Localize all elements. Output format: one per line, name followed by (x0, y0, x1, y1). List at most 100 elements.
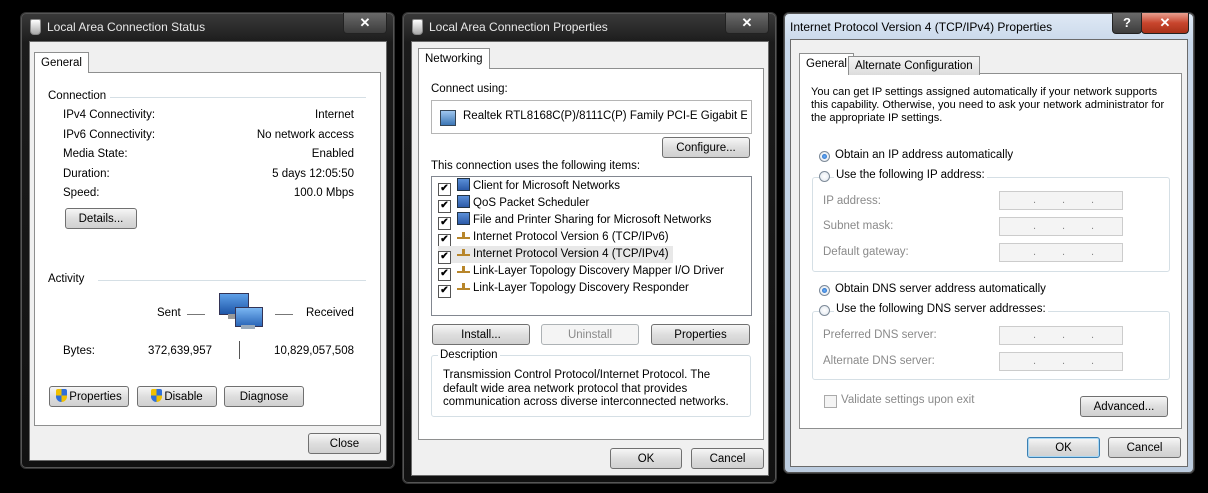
status-properties-label: Properties (69, 391, 122, 403)
network-adapter-icon (440, 110, 456, 126)
diagnose-button[interactable]: Diagnose (224, 386, 304, 407)
bytes-received-value: 10,829,057,508 (274, 345, 354, 357)
properties-client-area: Networking Connect using: Realtek RTL816… (411, 41, 769, 476)
items-label: This connection uses the following items… (431, 160, 641, 172)
preferred-dns-label: Preferred DNS server: (823, 329, 937, 341)
advanced-button[interactable]: Advanced... (1080, 396, 1168, 417)
duration-value: 5 days 12:05:50 (272, 168, 354, 180)
list-item[interactable]: ✔ QoS Packet Scheduler (438, 195, 590, 213)
close-window-button[interactable]: ✕ (343, 13, 387, 34)
item-label: Internet Protocol Version 4 (TCP/IPv4) (473, 248, 669, 260)
item-label: Link-Layer Topology Discovery Mapper I/O… (473, 265, 724, 277)
status-tab-panel: Connection IPv4 Connectivity: Internet I… (34, 72, 381, 426)
tab-general[interactable]: General (34, 52, 89, 73)
bytes-sent-value: 372,639,957 (148, 345, 212, 357)
uninstall-button: Uninstall (541, 324, 639, 345)
obtain-dns-auto-radio[interactable] (819, 285, 830, 296)
list-item[interactable]: ✔ File and Printer Sharing for Microsoft … (438, 212, 712, 230)
list-item[interactable]: ✔ Client for Microsoft Networks (438, 178, 620, 196)
network-icon (30, 19, 41, 35)
ip-address-field: ... (999, 191, 1123, 210)
tab-networking[interactable]: Networking (418, 48, 490, 69)
ok-button[interactable]: OK (610, 448, 682, 469)
network-computers-icon (219, 293, 263, 331)
ipv6-connectivity-value: No network access (256, 129, 354, 141)
uac-shield-icon (151, 389, 163, 402)
connection-heading: Connection (48, 90, 107, 102)
properties-button[interactable]: Properties (651, 324, 750, 345)
list-item[interactable]: ✔ Internet Protocol Version 6 (TCP/IPv6) (438, 229, 669, 247)
properties-window-title: Local Area Connection Properties (429, 20, 608, 34)
use-following-dns-radio[interactable] (819, 305, 830, 316)
sent-label: Sent (157, 307, 181, 319)
list-item[interactable]: ✔ Link-Layer Topology Discovery Responder (438, 280, 689, 298)
protocol-icon (457, 280, 470, 293)
alternate-dns-label: Alternate DNS server: (823, 355, 935, 367)
status-properties-button[interactable]: Properties (49, 386, 129, 407)
item-label: Client for Microsoft Networks (473, 180, 620, 192)
properties-titlebar[interactable]: Local Area Connection Properties ✕ (403, 13, 776, 39)
obtain-ip-auto-label[interactable]: Obtain an IP address automatically (835, 149, 1013, 161)
received-label: Received (306, 307, 354, 319)
network-icon (412, 19, 423, 35)
configure-button[interactable]: Configure... (662, 137, 750, 158)
status-window: Local Area Connection Status ✕ General C… (20, 12, 395, 469)
duration-label: Duration: (63, 168, 110, 180)
components-list[interactable]: ✔ Client for Microsoft Networks ✔ QoS Pack… (431, 176, 752, 316)
ipv6-connectivity-label: IPv6 Connectivity: (63, 129, 156, 141)
ipv4-connectivity-value: Internet (315, 109, 354, 121)
protocol-icon (457, 263, 470, 276)
cancel-button[interactable]: Cancel (1108, 437, 1181, 458)
uac-shield-icon (56, 389, 68, 402)
default-gateway-label: Default gateway: (823, 246, 909, 258)
disable-button[interactable]: Disable (137, 386, 217, 407)
description-heading: Description (438, 349, 500, 361)
status-titlebar[interactable]: Local Area Connection Status ✕ (21, 13, 394, 39)
item-label: File and Printer Sharing for Microsoft N… (473, 214, 712, 226)
intro-text: You can get IP settings assigned automat… (811, 86, 1165, 124)
ok-button[interactable]: OK (1027, 437, 1100, 458)
properties-tab-panel: Connect using: Realtek RTL8168C(P)/8111C… (418, 68, 764, 440)
protocol-icon (457, 229, 470, 242)
media-state-value: Enabled (311, 148, 354, 160)
item-label: QoS Packet Scheduler (473, 197, 590, 209)
close-window-button[interactable]: ✕ (725, 13, 769, 34)
cancel-button[interactable]: Cancel (691, 448, 764, 469)
adapter-field: Realtek RTL8168C(P)/8111C(P) Family PCI-… (431, 100, 752, 134)
activity-heading: Activity (48, 273, 85, 285)
connection-divider (110, 97, 366, 98)
sent-line (187, 314, 205, 315)
ipv4-connectivity-label: IPv4 Connectivity: (63, 109, 156, 121)
ipv4-window-title: Internet Protocol Version 4 (TCP/IPv4) P… (790, 20, 1053, 34)
list-item[interactable]: ✔ Link-Layer Topology Discovery Mapper I/… (438, 263, 724, 281)
alternate-dns-field: ... (999, 352, 1123, 371)
use-following-ip-radio[interactable] (819, 171, 830, 182)
ipv4-window: Internet Protocol Version 4 (TCP/IPv4) P… (783, 12, 1195, 474)
received-line (275, 314, 293, 315)
network-service-icon (457, 195, 470, 208)
status-client-area: General Connection IPv4 Connectivity: In… (29, 41, 387, 461)
subnet-mask-label: Subnet mask: (823, 220, 894, 232)
details-button[interactable]: Details... (65, 208, 137, 229)
use-following-dns-label[interactable]: Use the following DNS server addresses: (834, 303, 1048, 315)
properties-window: Local Area Connection Properties ✕ Netwo… (402, 12, 777, 484)
tab-alternate-configuration[interactable]: Alternate Configuration (848, 56, 980, 75)
use-following-ip-label[interactable]: Use the following IP address: (834, 169, 987, 181)
media-state-label: Media State: (63, 148, 128, 160)
ipv4-titlebar[interactable]: Internet Protocol Version 4 (TCP/IPv4) P… (784, 13, 1194, 39)
item-label: Internet Protocol Version 6 (TCP/IPv6) (473, 231, 669, 243)
tab-general[interactable]: General (799, 53, 854, 74)
obtain-ip-auto-radio[interactable] (819, 151, 830, 162)
network-client-icon (457, 178, 470, 191)
obtain-dns-auto-label[interactable]: Obtain DNS server address automatically (835, 283, 1046, 295)
item-checkbox[interactable]: ✔ (438, 285, 451, 298)
close-window-button[interactable]: ✕ (1141, 13, 1189, 34)
description-text: Transmission Control Protocol/Internet P… (443, 369, 729, 408)
adapter-name: Realtek RTL8168C(P)/8111C(P) Family PCI-… (463, 110, 747, 122)
list-item-selected[interactable]: ✔ Internet Protocol Version 4 (TCP/IPv4) (438, 246, 673, 264)
bytes-label: Bytes: (63, 345, 95, 357)
help-button[interactable]: ? (1112, 13, 1142, 34)
close-button[interactable]: Close (308, 433, 381, 454)
install-button[interactable]: Install... (432, 324, 530, 345)
status-window-title: Local Area Connection Status (47, 20, 206, 34)
